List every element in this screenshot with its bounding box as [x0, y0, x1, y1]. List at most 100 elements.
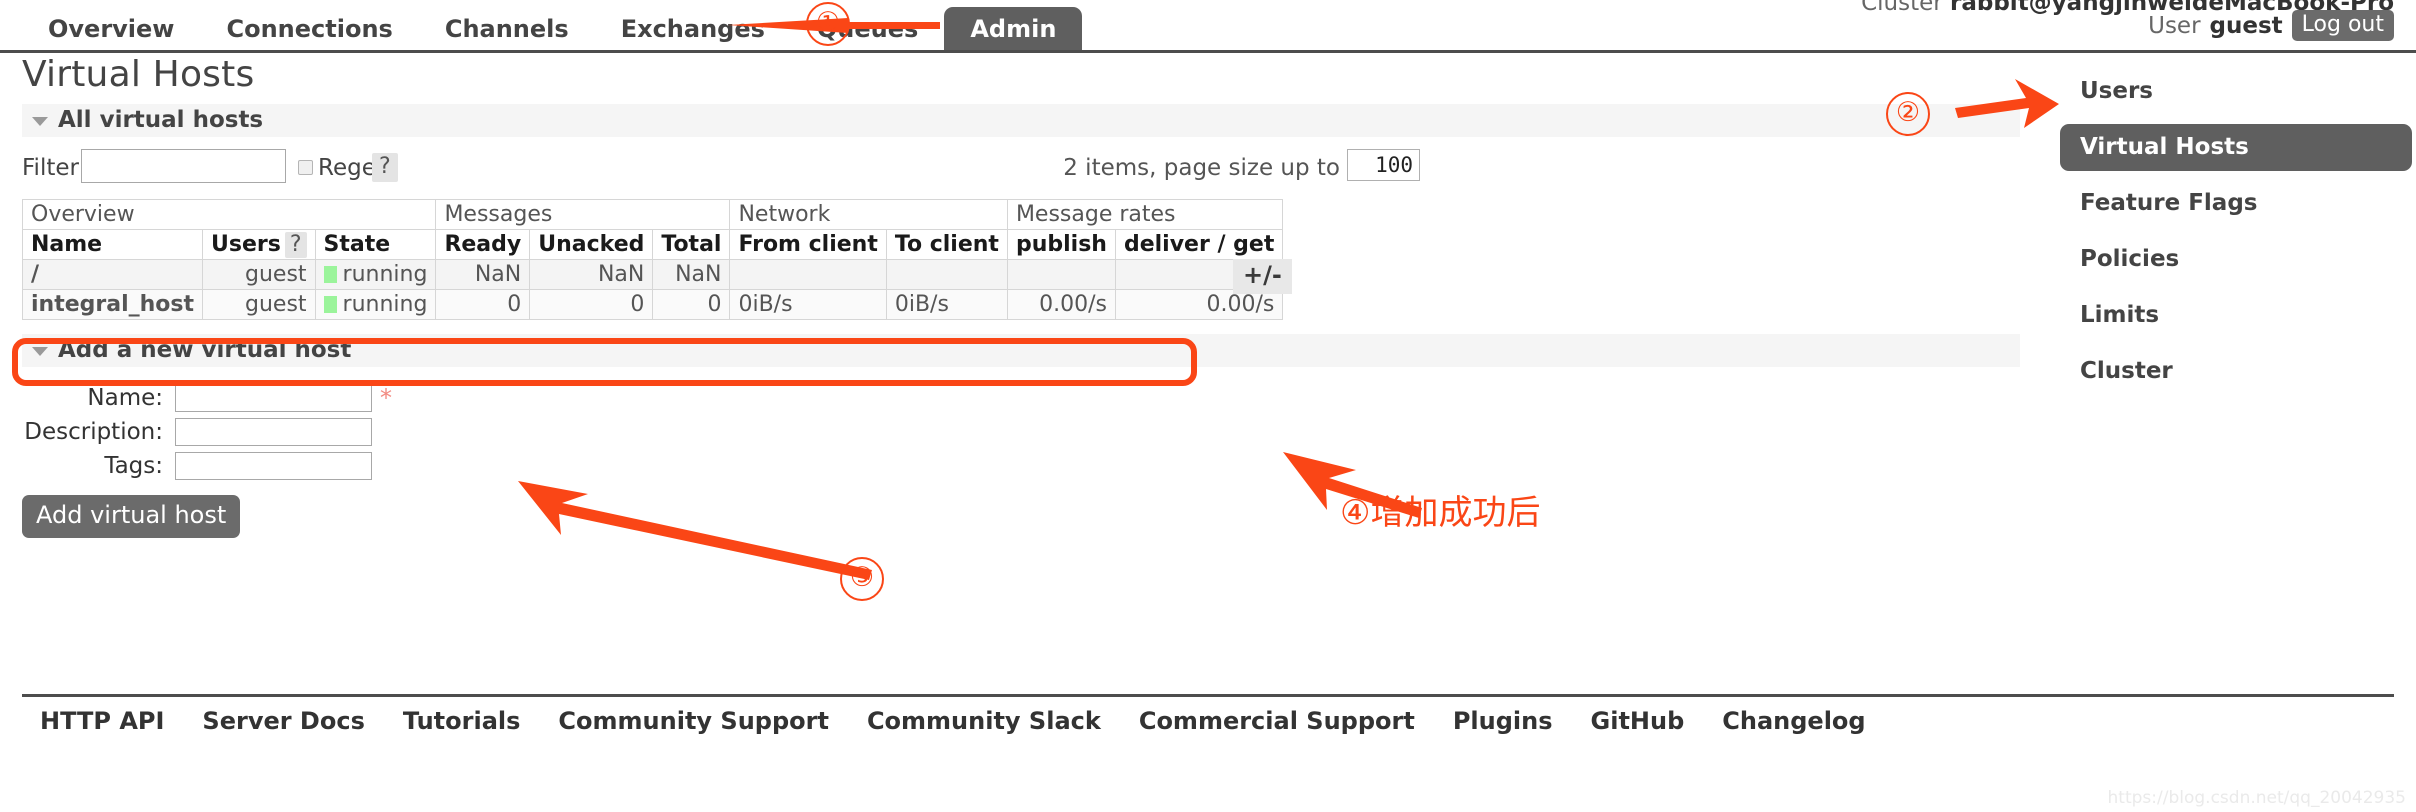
vhost-state: running [314, 258, 437, 290]
sidebar-item-limits[interactable]: Limits [2060, 292, 2412, 339]
footer-link-commercial-support[interactable]: Commercial Support [1139, 707, 1415, 735]
virtual-hosts-table: Overview Messages Network Message rates … [21, 198, 1284, 320]
top-navigation-bar: Overview Connections Channels Exchanges … [0, 0, 2416, 53]
sidebar-item-users[interactable]: Users [2060, 68, 2412, 115]
vhost-ready: NaN [435, 258, 531, 290]
user-prefix: User [2148, 12, 2201, 39]
description-label: Description: [24, 418, 163, 445]
user-info: User guest Log out [2148, 10, 2394, 42]
toggle-columns-button[interactable]: +/- [1233, 259, 1292, 294]
column-header-to-client[interactable]: To client [885, 228, 1008, 260]
all-virtual-hosts-title: All virtual hosts [58, 106, 264, 133]
group-header-message-rates: Message rates [1006, 198, 1284, 230]
nav-tabs: Overview Connections Channels Exchanges … [22, 0, 1083, 52]
add-virtual-host-section: Add a new virtual host Name: * Descripti… [22, 333, 2042, 538]
column-header-from-client[interactable]: From client [729, 228, 887, 260]
page-title: Virtual Hosts [22, 54, 255, 95]
vhost-deliver-get: 0.00/s [1114, 288, 1284, 320]
footer-link-community-slack[interactable]: Community Slack [867, 707, 1101, 735]
regex-checkbox[interactable] [298, 159, 313, 175]
vhost-ready: 0 [435, 288, 531, 320]
regex-help-icon[interactable]: ? [372, 152, 398, 183]
filter-input[interactable] [81, 148, 286, 183]
nav-tab-channels[interactable]: Channels [419, 7, 595, 52]
vhost-total: 0 [652, 288, 731, 320]
footer-link-tutorials[interactable]: Tutorials [403, 707, 521, 735]
page-size-input[interactable] [1347, 148, 1420, 181]
vhost-state-label: running [342, 261, 428, 287]
sidebar-item-virtual-hosts[interactable]: Virtual Hosts [2060, 124, 2412, 171]
footer-link-http-api[interactable]: HTTP API [40, 707, 164, 735]
footer-link-github[interactable]: GitHub [1591, 707, 1685, 735]
main-content: Virtual Hosts All virtual hosts Filter: … [21, 54, 2042, 538]
column-header-name[interactable]: Name [21, 228, 204, 260]
filter-label: Filter: [22, 154, 87, 181]
nav-tab-queues[interactable]: Queues [791, 7, 944, 52]
filter-row: Filter: Regex ? 2 items, page size up to [22, 147, 2020, 195]
table-column-header-row: Name Users? State Ready Unacked Total Fr… [21, 228, 1284, 260]
form-row-description: Description: [22, 415, 2042, 449]
footer-divider [22, 694, 2394, 697]
column-header-ready[interactable]: Ready [435, 228, 531, 260]
column-header-unacked[interactable]: Unacked [529, 228, 654, 260]
nav-underline-divider [0, 50, 2416, 53]
required-marker: * [380, 383, 392, 412]
column-header-users[interactable]: Users? [202, 228, 316, 260]
column-header-deliver-get[interactable]: deliver / get [1114, 228, 1284, 260]
table-row[interactable]: / guest running NaN NaN NaN [21, 258, 1284, 290]
group-header-overview: Overview [21, 198, 437, 230]
user-name: guest [2209, 12, 2283, 39]
admin-sidebar: Users Virtual Hosts Feature Flags Polici… [2060, 68, 2416, 404]
form-row-tags: Tags: [22, 449, 2042, 483]
all-virtual-hosts-section-header[interactable]: All virtual hosts [22, 103, 2020, 137]
vhost-users: guest [202, 258, 316, 290]
column-header-users-label: Users [211, 231, 281, 257]
name-field[interactable] [175, 383, 372, 412]
vhost-publish: 0.00/s [1006, 288, 1116, 320]
vhost-from-client [729, 258, 887, 290]
tags-field[interactable] [175, 451, 372, 480]
log-out-button[interactable]: Log out [2291, 10, 2394, 42]
nav-tab-connections[interactable]: Connections [200, 7, 418, 52]
chevron-down-icon [32, 116, 48, 126]
vhost-unacked: 0 [529, 288, 654, 320]
add-virtual-host-button[interactable]: Add virtual host [22, 494, 241, 538]
state-running-icon [323, 295, 337, 313]
vhost-to-client: 0iB/s [885, 288, 1008, 320]
sidebar-item-cluster[interactable]: Cluster [2060, 348, 2412, 395]
footer-link-plugins[interactable]: Plugins [1453, 707, 1553, 735]
add-virtual-host-form: Name: * Description: Tags: Add virtual h… [22, 381, 2042, 538]
footer-link-community-support[interactable]: Community Support [558, 707, 829, 735]
group-header-network: Network [729, 198, 1008, 230]
vhost-state-label: running [342, 291, 428, 317]
column-header-state[interactable]: State [314, 228, 437, 260]
footer-link-changelog[interactable]: Changelog [1722, 707, 1865, 735]
description-field[interactable] [175, 417, 372, 446]
name-label: Name: [87, 384, 163, 411]
footer-link-server-docs[interactable]: Server Docs [202, 707, 364, 735]
nav-tab-admin[interactable]: Admin [944, 7, 1083, 52]
group-header-messages: Messages [435, 198, 731, 230]
paging-info: 2 items, page size up to [1063, 154, 1340, 181]
vhost-users: guest [202, 288, 316, 320]
nav-tab-exchanges[interactable]: Exchanges [595, 7, 791, 52]
vhost-state: running [314, 288, 437, 320]
vhost-from-client: 0iB/s [729, 288, 887, 320]
watermark-text: https://blog.csdn.net/qq_20042935 [2107, 788, 2406, 808]
column-header-total[interactable]: Total [652, 228, 731, 260]
nav-tab-overview[interactable]: Overview [22, 7, 200, 52]
tags-label: Tags: [104, 452, 163, 479]
table-row[interactable]: integral_host guest running 0 0 0 0iB/s … [21, 288, 1284, 320]
add-virtual-host-section-header[interactable]: Add a new virtual host [22, 333, 2020, 367]
sidebar-item-policies[interactable]: Policies [2060, 236, 2412, 283]
add-virtual-host-title: Add a new virtual host [58, 336, 352, 363]
vhost-name[interactable]: integral_host [21, 288, 204, 320]
vhost-name[interactable]: / [21, 258, 204, 290]
vhost-total: NaN [652, 258, 731, 290]
footer-links: HTTP API Server Docs Tutorials Community… [40, 707, 1866, 735]
sidebar-item-feature-flags[interactable]: Feature Flags [2060, 180, 2412, 227]
column-header-publish[interactable]: publish [1006, 228, 1116, 260]
table-group-header-row: Overview Messages Network Message rates [21, 198, 1284, 230]
vhost-publish [1006, 258, 1116, 290]
users-help-icon[interactable]: ? [284, 231, 307, 258]
